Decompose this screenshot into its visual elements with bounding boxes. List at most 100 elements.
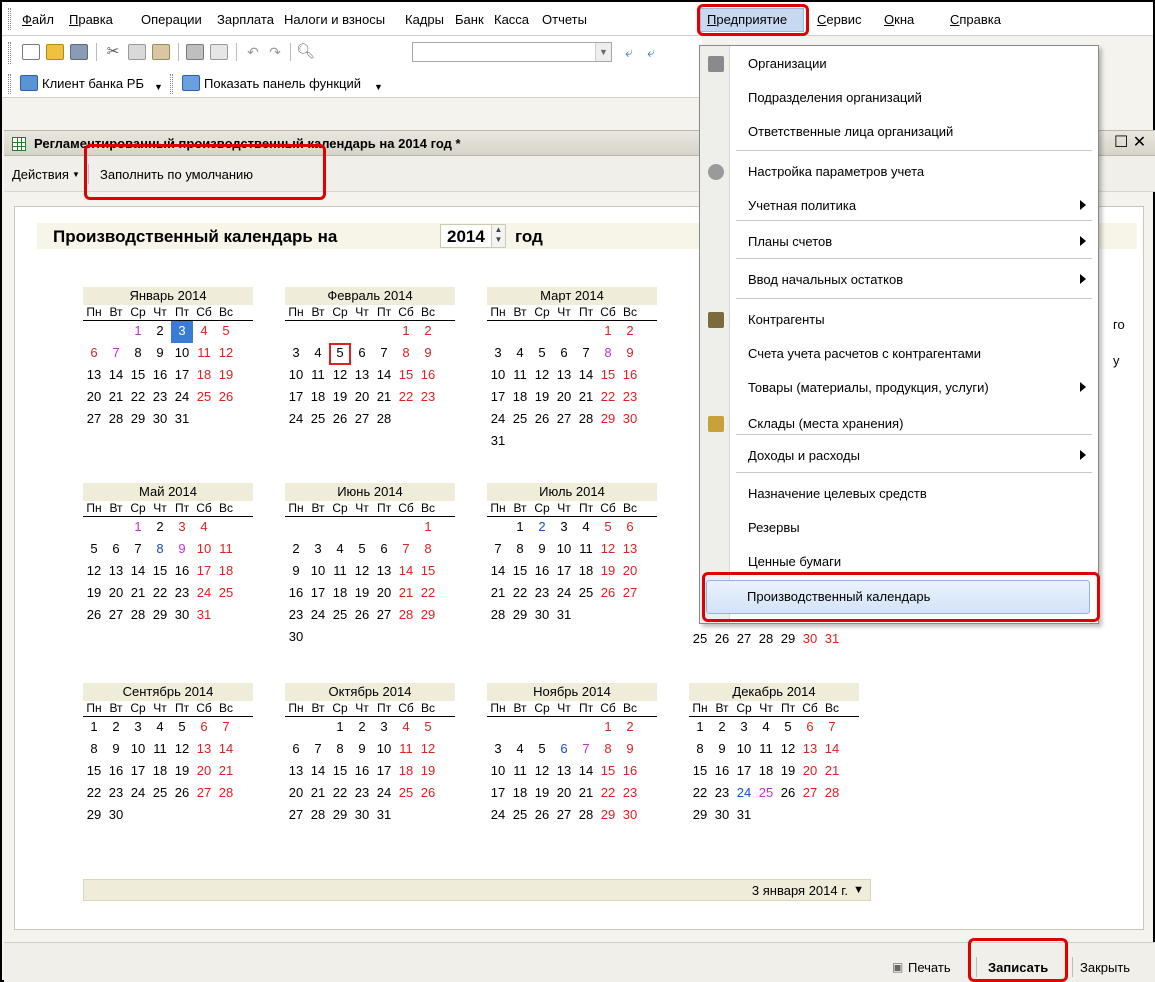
calendar-day[interactable]: 7 [215, 717, 237, 739]
calendar-day[interactable]: 20 [193, 761, 215, 783]
calendar-day[interactable]: 24 [171, 387, 193, 409]
calendar-day[interactable]: 7 [307, 739, 329, 761]
calendar-day[interactable]: 17 [193, 561, 215, 583]
toolbar-grip[interactable] [8, 42, 11, 64]
calendar-day[interactable]: 1 [417, 517, 439, 539]
close-button[interactable]: Закрыть [1080, 960, 1130, 975]
calendar-day[interactable]: 13 [193, 739, 215, 761]
menu-item-11[interactable]: Склады (места хранения) [700, 408, 1098, 442]
calendar-day[interactable]: 19 [531, 387, 553, 409]
calendar-day[interactable]: 4 [509, 343, 531, 365]
calendar-day[interactable]: 19 [417, 761, 439, 783]
calendar-day[interactable]: 3 [285, 343, 307, 365]
chevron-down-icon[interactable]: ▼ [154, 82, 163, 92]
calendar-day[interactable]: 31 [193, 605, 215, 627]
calendar-day[interactable]: 16 [711, 761, 733, 783]
calendar-day[interactable]: 11 [329, 561, 351, 583]
print-button[interactable]: Печать [908, 960, 951, 975]
calendar-day[interactable]: 16 [351, 761, 373, 783]
calendar-day[interactable]: 3 [733, 717, 755, 739]
calendar-day[interactable]: 4 [755, 717, 777, 739]
calendar-day[interactable]: 15 [509, 561, 531, 583]
calendar-day[interactable]: 12 [83, 561, 105, 583]
calendar-day[interactable]: 9 [171, 539, 193, 561]
calendar-day[interactable]: 31 [171, 409, 193, 431]
calendar-day[interactable]: 27 [351, 409, 373, 431]
calendar-day[interactable]: 15 [395, 365, 417, 387]
calendar-day[interactable]: 8 [395, 343, 417, 365]
calendar-day[interactable]: 14 [575, 761, 597, 783]
calendar-day[interactable]: 31 [487, 431, 509, 453]
calendar-day[interactable]: 18 [575, 561, 597, 583]
calendar-day[interactable]: 13 [553, 761, 575, 783]
calendar-day[interactable]: 18 [307, 387, 329, 409]
calendar-day[interactable]: 26 [597, 583, 619, 605]
menu-edit[interactable]: Правка [69, 12, 113, 27]
calendar-day[interactable]: 29 [417, 605, 439, 627]
calendar-day[interactable]: 11 [509, 761, 531, 783]
menu-item-12[interactable]: Доходы и расходы [700, 440, 1098, 474]
calendar-day[interactable]: 14 [215, 739, 237, 761]
calendar-day[interactable]: 8 [329, 739, 351, 761]
save-button[interactable]: Записать [988, 960, 1048, 975]
calendar-day[interactable]: 19 [531, 783, 553, 805]
calendar-day[interactable]: 30 [149, 409, 171, 431]
calendar-day[interactable]: 15 [597, 761, 619, 783]
search-prev-icon[interactable]: ⤶ [642, 44, 660, 60]
search-input[interactable]: ▼ [412, 42, 612, 62]
calendar-day[interactable]: 31 [553, 605, 575, 627]
calendar-day[interactable]: 5 [777, 717, 799, 739]
close-icon[interactable]: ✕ [1133, 134, 1146, 151]
menu-personnel[interactable]: Кадры [405, 12, 444, 27]
menubar-grip[interactable] [8, 8, 11, 30]
calendar-day[interactable]: 21 [575, 783, 597, 805]
preview-icon[interactable] [210, 44, 228, 60]
menu-cash[interactable]: Касса [494, 12, 529, 27]
calendar-day[interactable]: 21 [105, 387, 127, 409]
calendar-day[interactable]: 8 [597, 343, 619, 365]
calendar-day[interactable]: 14 [487, 561, 509, 583]
calendar-day[interactable]: 21 [215, 761, 237, 783]
calendar-day[interactable]: 22 [149, 583, 171, 605]
calendar-day[interactable]: 30 [531, 605, 553, 627]
calendar-day[interactable]: 5 [215, 321, 237, 343]
calendar-day[interactable]: 23 [171, 583, 193, 605]
calendar-day[interactable]: 19 [597, 561, 619, 583]
calendar-day[interactable]: 6 [285, 739, 307, 761]
calendar-day[interactable]: 5 [351, 539, 373, 561]
year-input[interactable]: 2014 ▲ ▼ [440, 224, 506, 248]
calendar-day[interactable]: 25 [193, 387, 215, 409]
calendar-day[interactable]: 31 [373, 805, 395, 827]
menu-help[interactable]: Справка [950, 12, 1001, 27]
calendar-day[interactable]: 24 [373, 783, 395, 805]
calendar-day[interactable]: 3 [171, 517, 193, 539]
calendar-day[interactable]: 17 [127, 761, 149, 783]
calendar-day[interactable]: 28 [487, 605, 509, 627]
calendar-day[interactable]: 29 [597, 409, 619, 431]
redo-icon[interactable]: ↷ [266, 44, 284, 60]
calendar-day[interactable]: 3 [307, 539, 329, 561]
calendar-day[interactable]: 25 [395, 783, 417, 805]
calendar-day[interactable]: 11 [755, 739, 777, 761]
calendar-day[interactable]: 30 [799, 629, 821, 651]
calendar-day[interactable]: 5 [329, 343, 351, 365]
calendar-day[interactable]: 14 [395, 561, 417, 583]
calendar-day[interactable]: 4 [193, 321, 215, 343]
calendar-day[interactable]: 21 [307, 783, 329, 805]
calendar-day[interactable]: 9 [531, 539, 553, 561]
calendar-day[interactable]: 20 [83, 387, 105, 409]
calendar-day[interactable]: 21 [575, 387, 597, 409]
calendar-day[interactable]: 10 [171, 343, 193, 365]
calendar-day[interactable]: 28 [575, 805, 597, 827]
calendar-day[interactable]: 1 [127, 517, 149, 539]
calendar-day[interactable]: 25 [689, 629, 711, 651]
calendar-day[interactable]: 28 [215, 783, 237, 805]
calendar-day[interactable]: 22 [597, 783, 619, 805]
calendar-day[interactable]: 28 [755, 629, 777, 651]
calendar-day[interactable]: 8 [127, 343, 149, 365]
calendar-day[interactable]: 2 [149, 321, 171, 343]
menu-bank[interactable]: Банк [455, 12, 484, 27]
menu-file[interactable]: Файл [22, 12, 54, 27]
search-next-icon[interactable]: ⤶ [620, 44, 638, 60]
calendar-day[interactable]: 30 [285, 627, 307, 649]
